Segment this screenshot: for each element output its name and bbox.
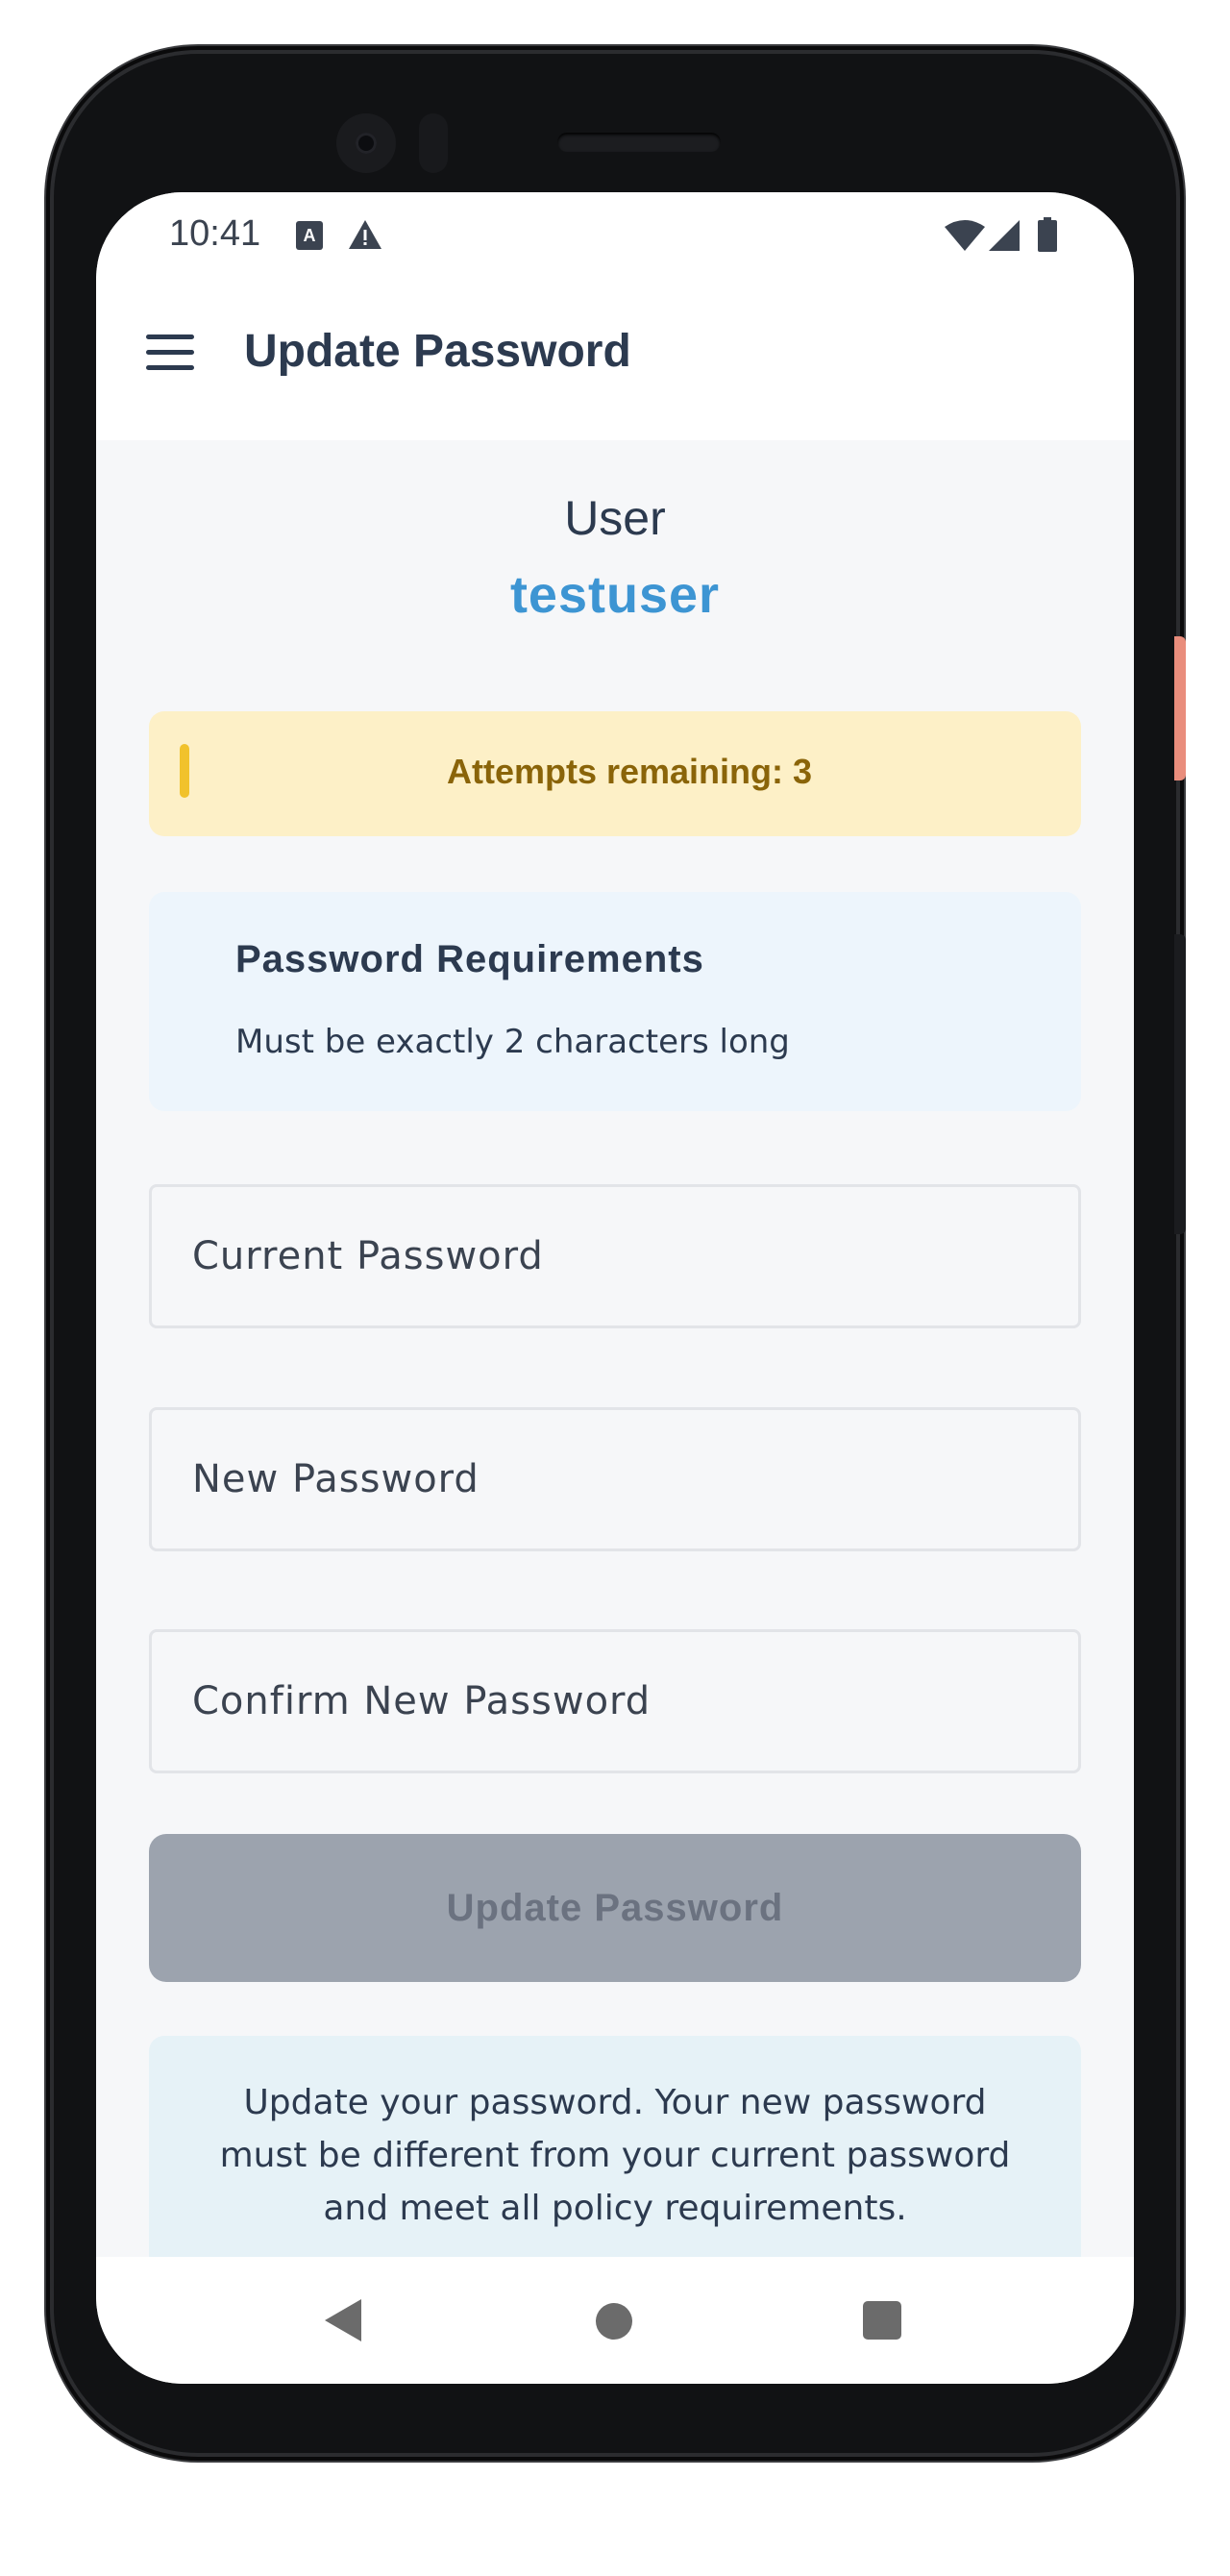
confirm-password-field[interactable] [149, 1629, 1081, 1773]
front-camera [336, 113, 396, 173]
status-bar: 10:41 A [96, 192, 1134, 279]
wifi-icon [944, 219, 986, 256]
user-label: User [564, 491, 666, 545]
requirements-text: Must be exactly 2 characters long [235, 1023, 790, 1061]
proximity-sensor [419, 113, 448, 173]
back-icon[interactable] [325, 2299, 361, 2341]
recents-icon[interactable] [863, 2301, 901, 2340]
status-time: 10:41 [169, 213, 261, 254]
warning-icon [348, 219, 382, 254]
power-button [1174, 636, 1186, 780]
new-password-field[interactable] [149, 1407, 1081, 1551]
hamburger-menu-icon[interactable] [146, 334, 194, 371]
home-icon[interactable] [596, 2303, 632, 2340]
info-text: Update your password. Your new password … [219, 2083, 1011, 2228]
page-title: Update Password [244, 326, 631, 377]
requirements-title: Password Requirements [235, 938, 704, 980]
signal-icon [988, 219, 1021, 256]
current-password-field[interactable] [149, 1184, 1081, 1328]
svg-text:A: A [304, 226, 316, 245]
attempts-warning-banner: Attempts remaining: 3 [149, 711, 1081, 836]
battery-icon [1038, 217, 1057, 256]
text-a-icon: A [296, 221, 323, 254]
password-requirements-card: Password Requirements Must be exactly 2 … [149, 892, 1081, 1111]
volume-button [1174, 934, 1186, 1234]
attempts-remaining-text: Attempts remaining: 3 [446, 752, 813, 791]
app-bar: Update Password [96, 279, 1134, 440]
earpiece-speaker [557, 133, 721, 152]
navigation-bar [96, 2257, 1134, 2384]
update-password-button[interactable]: Update Password [149, 1834, 1081, 1982]
screen: 10:41 A Update Password User testuser At… [96, 192, 1134, 2384]
username: testuser [509, 566, 721, 624]
